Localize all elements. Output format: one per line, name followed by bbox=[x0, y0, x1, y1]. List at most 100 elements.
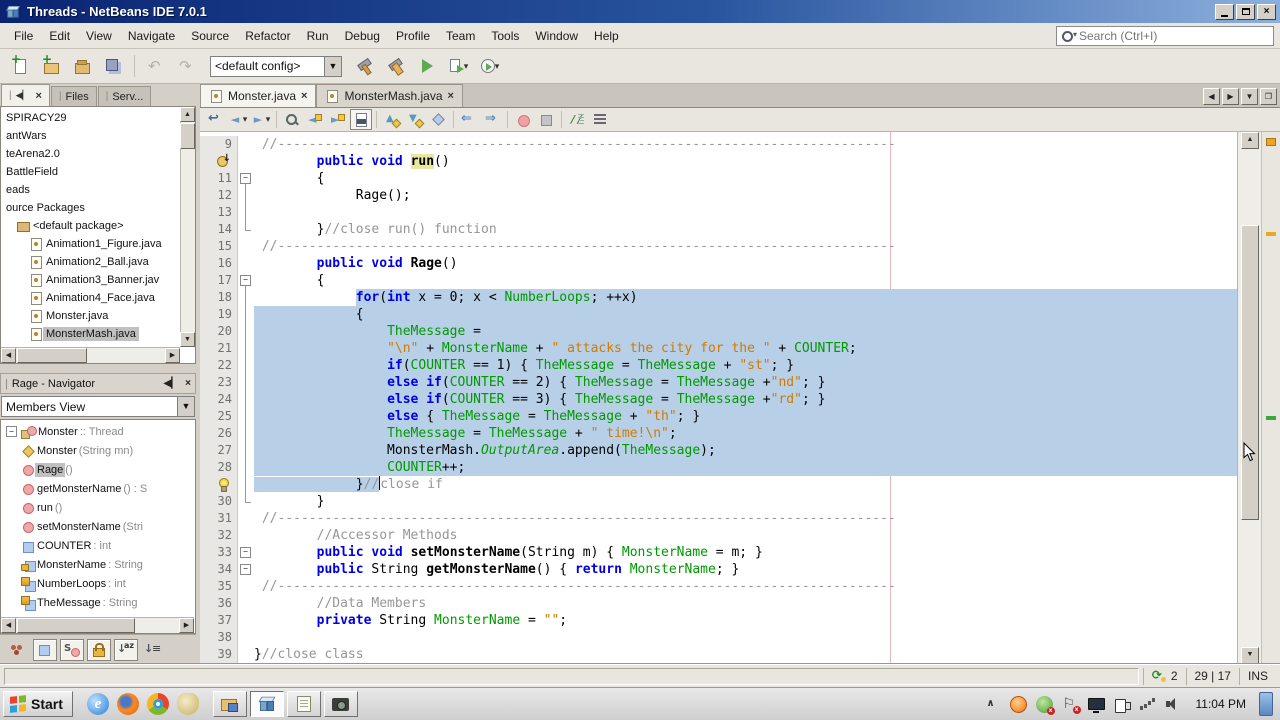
scroll-thumb[interactable] bbox=[17, 348, 87, 363]
menu-window[interactable]: Window bbox=[527, 26, 586, 46]
gutter-line-9[interactable]: 9 bbox=[200, 136, 238, 153]
close-navigator-icon[interactable]: × bbox=[185, 378, 191, 389]
editor-tab-monstermash-java[interactable]: MonsterMash.java × bbox=[316, 84, 463, 107]
error-stripe[interactable] bbox=[1261, 132, 1280, 664]
line-text[interactable] bbox=[254, 629, 1237, 646]
project-tree-item-monstermash-java[interactable]: MonsterMash.java bbox=[1, 325, 180, 343]
menu-view[interactable]: View bbox=[78, 26, 120, 46]
search-box[interactable] bbox=[1056, 25, 1274, 46]
project-tree-item-eads[interactable]: eads bbox=[1, 181, 180, 199]
scroll-thumb[interactable] bbox=[17, 618, 135, 633]
code-line-39[interactable]: 39}//close class bbox=[200, 646, 1237, 663]
gutter-line-14[interactable]: 14 bbox=[200, 221, 238, 238]
menu-navigate[interactable]: Navigate bbox=[120, 26, 183, 46]
code-area[interactable]: 9 //------------------------------------… bbox=[200, 132, 1237, 664]
gutter-line-30[interactable]: 30 bbox=[200, 493, 238, 510]
close-tab-icon[interactable]: × bbox=[448, 90, 454, 102]
gutter-line-21[interactable]: 21 bbox=[200, 340, 238, 357]
gutter-line-12[interactable]: 12 bbox=[200, 187, 238, 204]
error-stripe-mark[interactable] bbox=[1266, 416, 1276, 420]
hint-bulb-icon[interactable] bbox=[216, 477, 230, 492]
close-button[interactable]: × bbox=[1257, 3, 1276, 20]
code-line-14[interactable]: 14 }//close run() function bbox=[200, 221, 1237, 238]
gutter-line-28[interactable]: 28 bbox=[200, 459, 238, 476]
gutter-line-16[interactable]: 16 bbox=[200, 255, 238, 272]
scroll-tabs-left-button[interactable]: ◀ bbox=[1203, 88, 1220, 105]
find-button[interactable] bbox=[281, 109, 303, 130]
gutter-line-11[interactable]: 11 bbox=[200, 170, 238, 187]
gutter-line-36[interactable]: 36 bbox=[200, 595, 238, 612]
code-line-19[interactable]: 19 { bbox=[200, 306, 1237, 323]
new-project-button[interactable] bbox=[37, 52, 65, 80]
project-tree-item-animation3-banner-jav[interactable]: Animation3_Banner.jav bbox=[1, 271, 180, 289]
menu-help[interactable]: Help bbox=[586, 26, 627, 46]
line-text[interactable]: //--------------------------------------… bbox=[254, 510, 1237, 527]
gutter-line-10[interactable] bbox=[200, 153, 238, 170]
menu-edit[interactable]: Edit bbox=[41, 26, 78, 46]
code-line-11[interactable]: 11 { bbox=[200, 170, 1237, 187]
gutter-line-33[interactable]: 33 bbox=[200, 544, 238, 561]
inherited-filter-button[interactable] bbox=[6, 639, 30, 661]
editor-vertical-scrollbar[interactable]: ▲ ▼ bbox=[1237, 132, 1261, 664]
code-line-24[interactable]: 24 else if(COUNTER == 3) { TheMessage = … bbox=[200, 391, 1237, 408]
line-text[interactable]: else if(COUNTER == 2) { TheMessage = The… bbox=[254, 374, 1237, 391]
redo-button[interactable] bbox=[173, 52, 201, 80]
updates-cell[interactable]: 2 bbox=[1142, 667, 1186, 685]
project-tree-item-antwars[interactable]: antWars bbox=[1, 127, 180, 145]
line-text[interactable]: public String getMonsterName() { return … bbox=[254, 561, 1237, 578]
gutter-line-38[interactable]: 38 bbox=[200, 629, 238, 646]
line-text[interactable]: else { TheMessage = TheMessage + "th"; } bbox=[254, 408, 1237, 425]
project-tree-item-monster-java[interactable]: Monster.java bbox=[1, 307, 180, 325]
clean-build-button[interactable] bbox=[382, 52, 410, 80]
navigator-horizontal-scrollbar[interactable]: ◀ ▶ bbox=[1, 617, 194, 633]
line-text[interactable]: }//close if bbox=[254, 476, 1237, 493]
show-desktop-button[interactable] bbox=[1259, 692, 1273, 716]
last-edit-button[interactable] bbox=[204, 109, 226, 130]
line-text[interactable]: //Accessor Methods bbox=[254, 527, 1237, 544]
panel-splitter[interactable] bbox=[0, 364, 196, 373]
code-line-37[interactable]: 37 private String MonsterName = ""; bbox=[200, 612, 1237, 629]
sort-source-filter-button[interactable] bbox=[141, 639, 165, 661]
services-tab[interactable]: | Serv... bbox=[97, 86, 152, 106]
toggle-bookmark-button[interactable] bbox=[427, 109, 449, 130]
line-text[interactable]: //--------------------------------------… bbox=[254, 578, 1237, 595]
code-line-35[interactable]: 35 //-----------------------------------… bbox=[200, 578, 1237, 595]
project-tree-item-spiracy29[interactable]: SPIRACY29 bbox=[1, 109, 180, 127]
tray-signal-icon[interactable] bbox=[1139, 696, 1157, 713]
fold-column[interactable] bbox=[238, 170, 254, 187]
comment-button[interactable] bbox=[566, 109, 588, 130]
tray-netx-icon[interactable] bbox=[1035, 695, 1055, 715]
members-view-select[interactable]: Members View ▼ bbox=[1, 396, 195, 417]
collapse-icon[interactable]: − bbox=[6, 426, 17, 437]
nonpublic-filter-button[interactable] bbox=[87, 638, 111, 661]
taskbar-folder-button[interactable] bbox=[212, 691, 247, 717]
code-line-31[interactable]: 31 //-----------------------------------… bbox=[200, 510, 1237, 527]
line-text[interactable]: //--------------------------------------… bbox=[254, 238, 1237, 255]
code-line-18[interactable]: 18 for(int x = 0; x < NumberLoops; ++x) bbox=[200, 289, 1237, 306]
breakpoint-button[interactable] bbox=[512, 109, 534, 130]
projects-vertical-scrollbar[interactable]: ▲ ▼ bbox=[180, 107, 195, 347]
gutter-line-27[interactable]: 27 bbox=[200, 442, 238, 459]
taskbar-camera-button[interactable] bbox=[323, 691, 358, 717]
tray-media-icon[interactable] bbox=[1009, 695, 1027, 713]
projects-horizontal-scrollbar[interactable]: ◀ ▶ bbox=[1, 347, 180, 363]
gutter-line-23[interactable]: 23 bbox=[200, 374, 238, 391]
project-tree-item-animation4-face-java[interactable]: Animation4_Face.java bbox=[1, 289, 180, 307]
scroll-left-button[interactable]: ◀ bbox=[1, 348, 16, 363]
scroll-up-button[interactable]: ▲ bbox=[180, 107, 195, 122]
gutter-line-24[interactable]: 24 bbox=[200, 391, 238, 408]
line-text[interactable]: { bbox=[254, 170, 1237, 187]
projects-tab[interactable]: | ◀▏ × bbox=[1, 84, 50, 106]
project-tree-item--default-package-[interactable]: <default package> bbox=[1, 217, 180, 235]
gutter-line-25[interactable]: 25 bbox=[200, 408, 238, 425]
open-project-button[interactable] bbox=[68, 52, 96, 80]
project-tree-item-battlefield[interactable]: BattleField bbox=[1, 163, 180, 181]
chevron-down-icon[interactable]: ▼ bbox=[177, 397, 194, 416]
code-line-22[interactable]: 22 if(COUNTER == 1) { TheMessage = TheMe… bbox=[200, 357, 1237, 374]
run-button[interactable] bbox=[413, 52, 441, 80]
code-line-17[interactable]: 17 { bbox=[200, 272, 1237, 289]
firefox-icon[interactable] bbox=[116, 693, 139, 715]
new-file-button[interactable] bbox=[6, 52, 34, 80]
code-line-32[interactable]: 32 //Accessor Methods bbox=[200, 527, 1237, 544]
tray-expand-icon[interactable] bbox=[984, 696, 1001, 713]
